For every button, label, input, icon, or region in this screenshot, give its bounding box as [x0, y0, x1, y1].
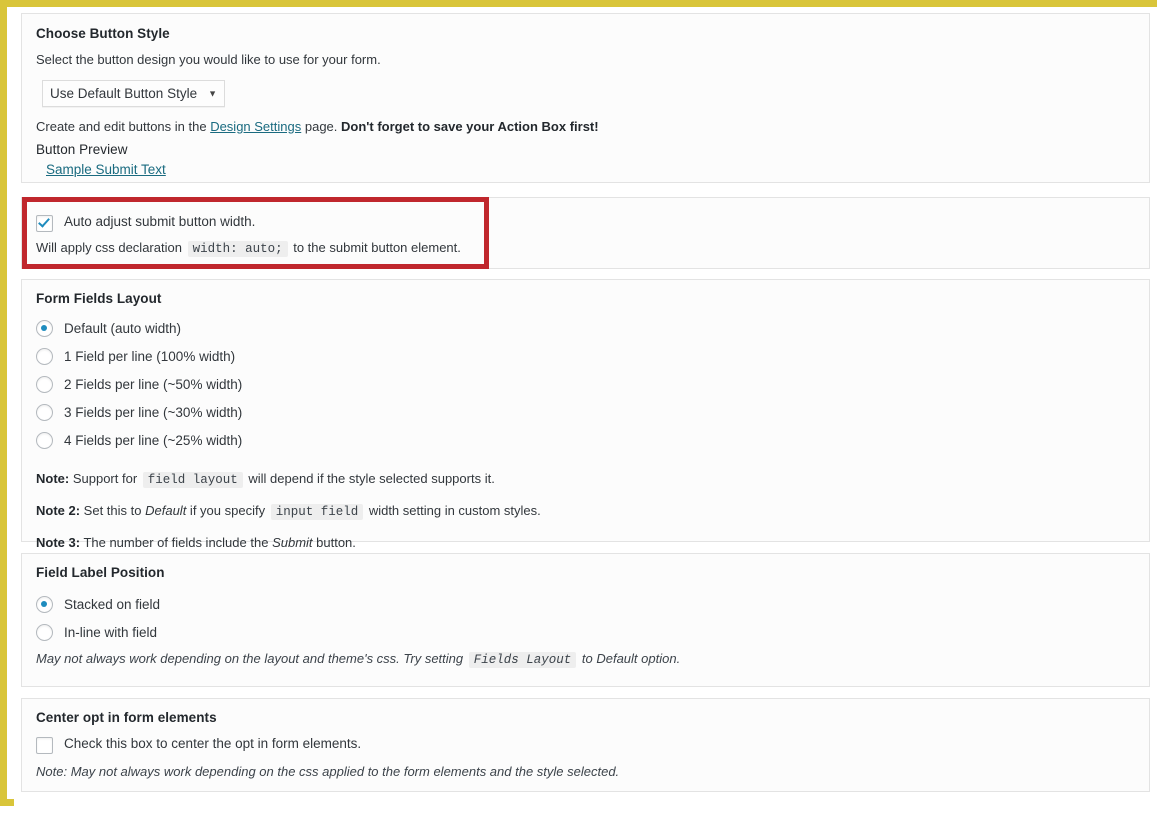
label-position-note-a: May not always work depending on the lay…: [36, 651, 467, 666]
auto-adjust-checkbox-row[interactable]: Auto adjust submit button width.: [36, 213, 1135, 232]
sample-submit-link[interactable]: Sample Submit Text: [46, 162, 166, 177]
center-elements-note: Note: May not always work depending on t…: [36, 762, 1135, 782]
helper-bold-text: Don't forget to save your Action Box fir…: [341, 118, 599, 134]
note-1-text-a: Support for: [69, 471, 141, 486]
auto-adjust-desc-prefix: Will apply css declaration: [36, 240, 182, 255]
radio-label-1-field-per-line: 1 Field per line (100% width): [64, 349, 236, 364]
panel-form-fields-layout: Form Fields Layout Default (auto width) …: [21, 279, 1150, 550]
css-declaration-code: width: auto;: [187, 241, 288, 257]
radio-1-field-per-line[interactable]: [36, 348, 53, 365]
note-3-text-b: button.: [312, 534, 356, 550]
helper-prefix-text: Create and edit buttons in the: [36, 118, 211, 134]
note-2-label: Note 2:: [36, 502, 81, 518]
input-field-code: input field: [270, 503, 364, 520]
radio-row-inline-with-field[interactable]: In-line with field: [36, 624, 1135, 641]
center-elements-title: Center opt in form elements: [36, 710, 217, 725]
button-style-title: Choose Button Style: [36, 26, 170, 41]
panel-button-style: Choose Button Style Select the button de…: [21, 13, 1150, 183]
field-layout-code: field layout: [142, 472, 243, 488]
radio-stacked-on-field[interactable]: [36, 596, 53, 613]
label-position-note: May not always work depending on the lay…: [36, 649, 1135, 670]
radio-row-3-fields-per-line[interactable]: 3 Fields per line (~30% width): [36, 404, 1135, 421]
radio-default-auto-width[interactable]: [36, 320, 53, 337]
radio-row-stacked-on-field[interactable]: Stacked on field: [36, 596, 1135, 613]
radio-row-default-auto-width[interactable]: Default (auto width): [36, 320, 1135, 337]
auto-adjust-desc-suffix: to the submit button element.: [293, 240, 461, 255]
radio-label-4-fields-per-line: 4 Fields per line (~25% width): [64, 433, 243, 448]
fields-layout-note-2: Note 2: Set this to Default if you speci…: [36, 501, 1135, 522]
button-preview-row: Sample Submit Text: [46, 161, 1135, 179]
note-3-italic: Submit: [272, 534, 313, 550]
note-2-italic: Default: [145, 502, 187, 518]
button-style-helper: Create and edit buttons in the Design Se…: [36, 117, 1135, 137]
fields-layout-note-1: Note: Support for field layout will depe…: [36, 469, 1135, 490]
radio-label-2-fields-per-line: 2 Fields per line (~50% width): [64, 377, 243, 392]
screenshot-frame: Choose Button Style Select the button de…: [0, 0, 1157, 813]
fields-layout-code: Fields Layout: [468, 652, 577, 668]
radio-row-2-fields-per-line[interactable]: 2 Fields per line (~50% width): [36, 376, 1135, 393]
radio-label-default-auto-width: Default (auto width): [64, 321, 182, 336]
note-3-text-a: The number of fields include the: [80, 534, 273, 550]
note-1-text-b: will depend if the style selected suppor…: [244, 471, 495, 486]
button-style-select-wrapper[interactable]: Use Default Button Style ▼: [42, 79, 225, 107]
note-2-text-b: if you specify: [186, 502, 269, 518]
auto-adjust-description: Will apply css declaration width: auto; …: [36, 238, 1135, 259]
center-elements-label: Check this box to center the opt in form…: [64, 736, 362, 751]
center-note-label: Note:: [36, 764, 68, 779]
auto-adjust-label: Auto adjust submit button width.: [64, 214, 256, 229]
note-3-label: Note 3:: [36, 534, 81, 550]
radio-label-inline-with-field: In-line with field: [64, 625, 158, 640]
settings-page: Choose Button Style Select the button de…: [14, 7, 1157, 813]
panel-field-label-position: Field Label Position Stacked on field In…: [21, 553, 1150, 687]
fields-layout-title: Form Fields Layout: [36, 291, 162, 306]
note-2-text-a: Set this to: [80, 502, 146, 518]
radio-2-fields-per-line[interactable]: [36, 376, 53, 393]
checkbox-center-form-elements[interactable]: [36, 737, 53, 754]
panel-auto-adjust-width: Auto adjust submit button width. Will ap…: [21, 197, 1150, 269]
radio-label-3-fields-per-line: 3 Fields per line (~30% width): [64, 405, 243, 420]
panel-center-form-elements: Center opt in form elements Check this b…: [21, 698, 1150, 792]
design-settings-link[interactable]: Design Settings: [210, 119, 301, 134]
note-2-text-c: width setting in custom styles.: [365, 502, 541, 518]
button-style-description: Select the button design you would like …: [36, 52, 381, 67]
radio-label-stacked-on-field: Stacked on field: [64, 597, 161, 612]
helper-mid-text: page.: [301, 118, 342, 134]
radio-inline-with-field[interactable]: [36, 624, 53, 641]
note-1-label: Note:: [36, 471, 70, 486]
radio-row-4-fields-per-line[interactable]: 4 Fields per line (~25% width): [36, 432, 1135, 449]
button-style-select[interactable]: Use Default Button Style: [42, 79, 225, 107]
radio-row-1-field-per-line[interactable]: 1 Field per line (100% width): [36, 348, 1135, 365]
checkbox-auto-adjust-width[interactable]: [36, 215, 53, 232]
center-elements-checkbox-row[interactable]: Check this box to center the opt in form…: [36, 735, 1135, 754]
center-note-text: May not always work depending on the css…: [67, 764, 620, 779]
label-position-title: Field Label Position: [36, 565, 165, 580]
radio-4-fields-per-line[interactable]: [36, 432, 53, 449]
fields-layout-note-3: Note 3: The number of fields include the…: [36, 533, 1135, 553]
button-preview-label: Button Preview: [36, 142, 128, 157]
radio-3-fields-per-line[interactable]: [36, 404, 53, 421]
label-position-note-b: to Default option.: [578, 651, 681, 666]
